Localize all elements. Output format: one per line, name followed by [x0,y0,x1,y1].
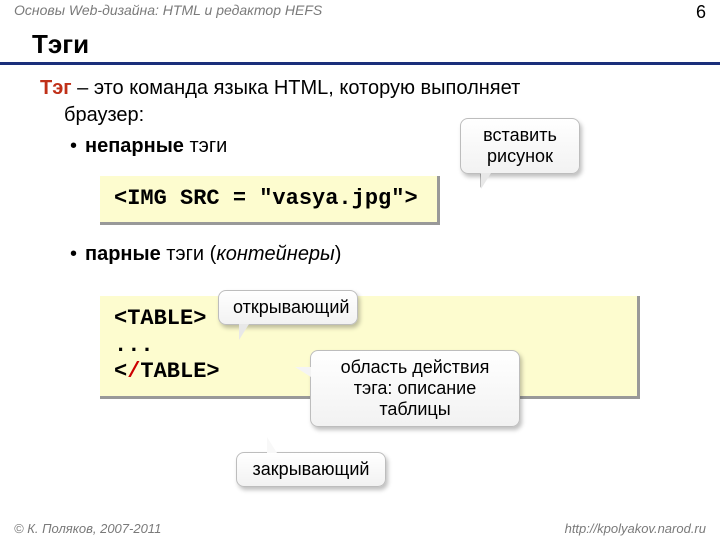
intro-text-1: – это команда языка HTML, которую выполн… [72,77,521,99]
callout-line: закрывающий [251,459,371,480]
c2-open-r: > [193,306,206,331]
footer: © К. Поляков, 2007-2011 http://kpolyakov… [0,521,720,536]
header: Основы Web-дизайна: HTML и редактор HEFS… [0,0,720,23]
callout-line: открывающий [233,297,343,318]
callout-tail-icon [295,367,311,377]
callout-insert-image: вставить рисунок [460,118,580,174]
bullet-dot: • [70,133,77,160]
bullet-1-bold: непарные [85,135,184,157]
c2-close-r: > [206,359,219,384]
c2-close-slash: / [127,359,140,384]
c2-close-l: < [114,359,127,384]
bullet-1-rest: тэги [184,135,227,157]
term: Тэг [40,77,72,99]
bullet-2-ital: контейнеры [216,243,334,265]
callout-line: вставить [475,125,565,146]
bullet-dot: • [70,241,77,268]
callout-line: тэга: описание [325,378,505,399]
callout-opening-tag: открывающий [218,290,358,325]
page-number: 6 [696,2,706,23]
c2-close-name: TABLE [140,359,206,384]
c2-mid: ... [114,333,154,358]
callout-tail-icon [267,437,277,453]
course-name: Основы Web-дизайна: HTML и редактор HEFS [14,2,322,23]
c2-open-l: < [114,306,127,331]
callout-scope: область действия тэга: описание таблицы [310,350,520,427]
bullet-2-rest: тэги ( [161,243,217,265]
callout-tail-icon [239,324,249,340]
intro-line: Тэг – это команда языка HTML, которую вы… [40,75,692,102]
callout-line: рисунок [475,146,565,167]
title-block: Тэги [0,23,720,60]
copyright: © К. Поляков, 2007-2011 [14,521,161,536]
callout-closing-tag: закрывающий [236,452,386,487]
page-title: Тэги [32,29,720,60]
callout-line: область действия [325,357,505,378]
bullet-2: • парные тэги (контейнеры) [40,241,692,268]
bullet-2-bold: парные [85,243,161,265]
callout-line: таблицы [325,399,505,420]
c2-open-name: TABLE [127,306,193,331]
code-box-1: <IMG SRC = "vasya.jpg"> [100,176,440,225]
bullet-2-close: ) [335,243,342,265]
code-1-text: <IMG SRC = "vasya.jpg"> [114,186,418,211]
site-url: http://kpolyakov.narod.ru [565,521,706,536]
callout-tail-icon [481,173,491,189]
intro-line-2: браузер: [40,102,692,129]
bullet-1: • непарные тэги [40,133,692,160]
